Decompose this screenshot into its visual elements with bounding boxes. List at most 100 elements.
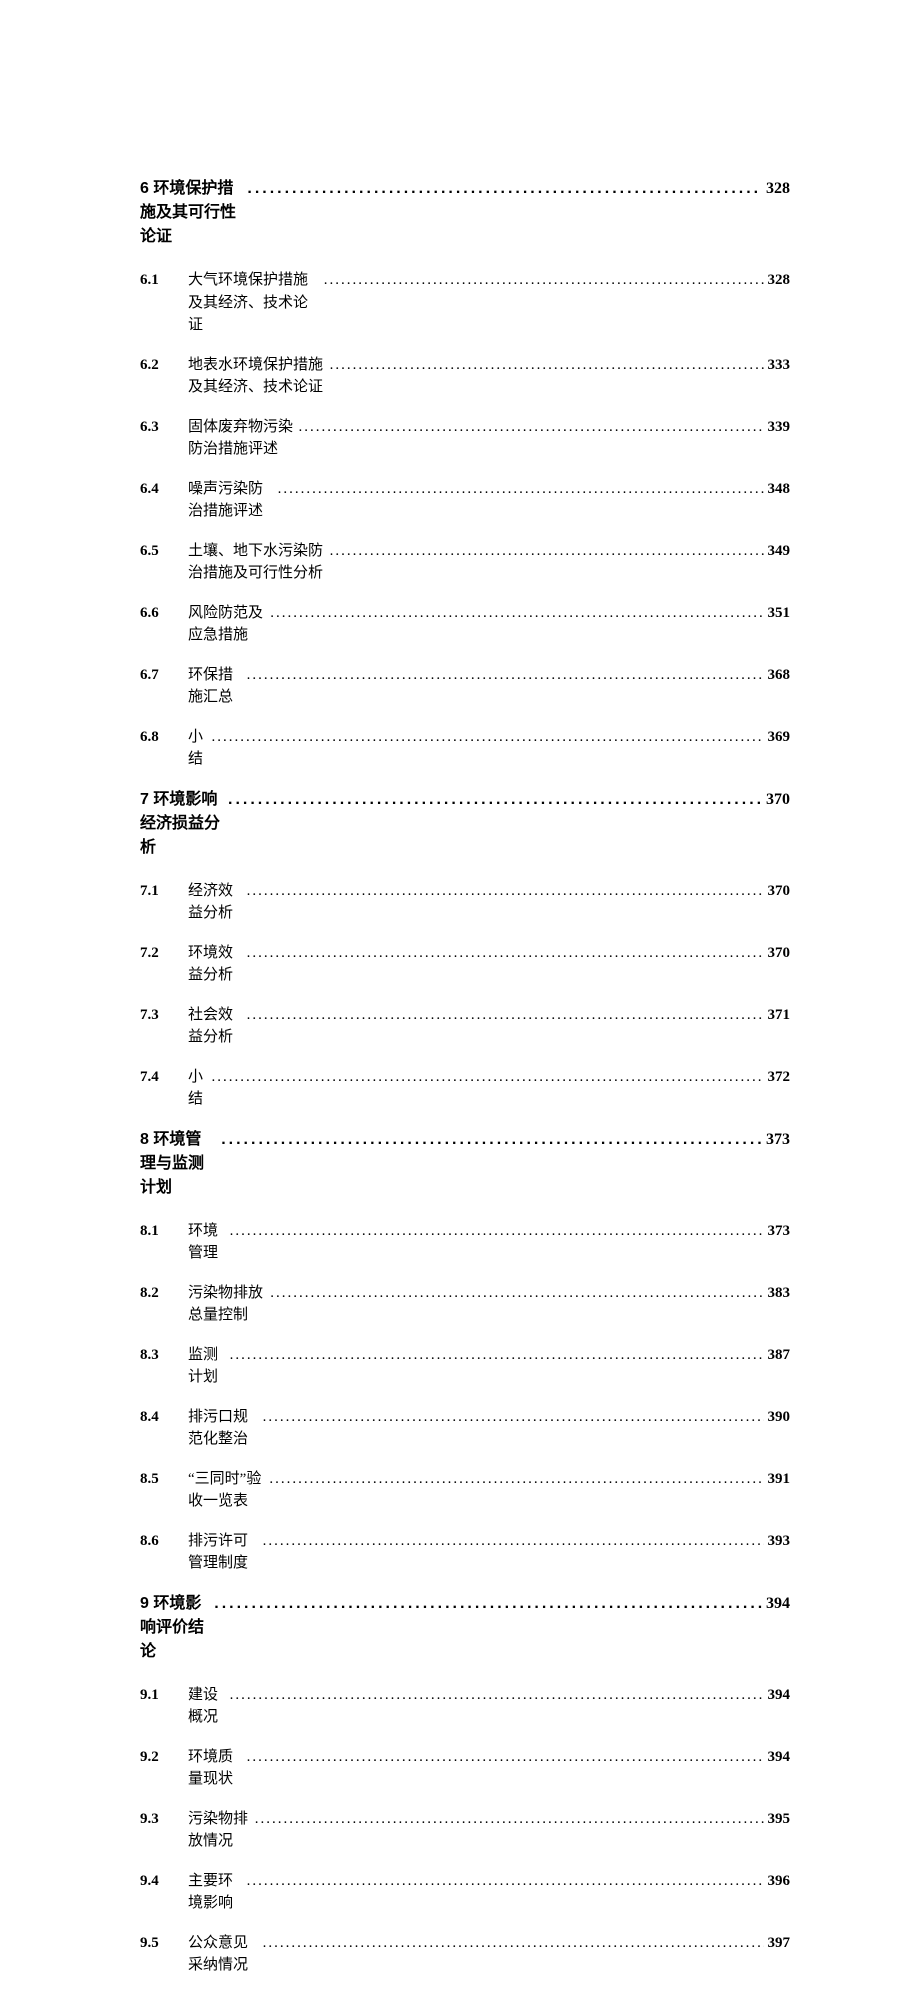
toc-leader-dots <box>299 416 764 439</box>
toc-leader-dots <box>324 269 764 292</box>
toc-entry-number: 8.5 <box>140 1468 188 1491</box>
toc-leader-dots <box>278 478 764 501</box>
toc-entry: 8.5“三同时”验收一览表 391 <box>140 1468 790 1513</box>
toc-entry-number: 7.2 <box>140 942 188 965</box>
toc-page-number: 387 <box>768 1344 791 1367</box>
toc-entry: 8.6排污许可管理制度 393 <box>140 1530 790 1575</box>
toc-leader-dots <box>247 1746 764 1769</box>
toc-entry-title: 土壤、地下水污染防治措施及可行性分析 <box>188 540 326 585</box>
toc-entry: 9.3污染物排放情况 395 <box>140 1808 790 1853</box>
toc-entry: 9 环境影响评价结论 394 <box>140 1592 790 1664</box>
toc-leader-dots <box>247 1004 764 1027</box>
toc-entry-number: 8.3 <box>140 1344 188 1367</box>
toc-entry-number: 8.1 <box>140 1220 188 1243</box>
toc-entry-number: 9.1 <box>140 1684 188 1707</box>
toc-entry-number: 6.2 <box>140 354 188 377</box>
toc-entry-title: 环境效益分析 <box>188 942 243 987</box>
toc-leader-dots <box>247 1870 764 1893</box>
toc-entry-number: 8.6 <box>140 1530 188 1553</box>
toc-leader-dots <box>221 1128 762 1152</box>
toc-page-number: 394 <box>766 1592 790 1616</box>
toc-entry: 9.4主要环境影响 396 <box>140 1870 790 1915</box>
toc-entry: 9.5公众意见采纳情况 397 <box>140 1932 790 1977</box>
toc-leader-dots <box>247 880 764 903</box>
toc-page-number: 328 <box>766 177 790 201</box>
toc-list: 6 环境保护措施及其可行性论证 3286.1大气环境保护措施及其经济、技术论证 … <box>140 177 790 1977</box>
toc-page-number: 369 <box>768 726 791 749</box>
toc-page-number: 333 <box>768 354 791 377</box>
toc-entry-number: 9.2 <box>140 1746 188 1769</box>
toc-entry-title: 经济效益分析 <box>188 880 243 925</box>
toc-page-number: 370 <box>768 880 791 903</box>
toc-entry-title: “三同时”验收一览表 <box>188 1468 265 1513</box>
toc-entry: 6.8小结 369 <box>140 726 790 771</box>
toc-leader-dots <box>255 1808 764 1831</box>
toc-entry-title: 建设概况 <box>188 1684 226 1729</box>
toc-entry-title: 社会效益分析 <box>188 1004 243 1049</box>
toc-page-number: 396 <box>768 1870 791 1893</box>
toc-page-number: 395 <box>768 1808 791 1831</box>
toc-chapter-title: 环境管理与监测计划 <box>140 1131 204 1196</box>
toc-entry-title: 固体废弃物污染防治措施评述 <box>188 416 295 461</box>
toc-page-number: 370 <box>768 942 791 965</box>
toc-entry: 9.2环境质量现状 394 <box>140 1746 790 1791</box>
toc-entry-title: 主要环境影响 <box>188 1870 243 1915</box>
toc-page-number: 328 <box>768 269 791 292</box>
toc-entry: 6.5土壤、地下水污染防治措施及可行性分析 349 <box>140 540 790 585</box>
toc-page-number: 373 <box>766 1128 790 1152</box>
toc-entry: 6.7环保措施汇总 368 <box>140 664 790 709</box>
toc-entry-number: 7.4 <box>140 1066 188 1089</box>
toc-entry: 6.6风险防范及应急措施 351 <box>140 602 790 647</box>
toc-page-number: 348 <box>768 478 791 501</box>
toc-leader-dots <box>247 664 764 687</box>
toc-leader-dots <box>214 1592 762 1616</box>
toc-page-number: 394 <box>768 1684 791 1707</box>
toc-entry-number: 7.3 <box>140 1004 188 1027</box>
toc-entry-title: 地表水环境保护措施及其经济、技术论证 <box>188 354 326 399</box>
toc-entry-number: 7.1 <box>140 880 188 903</box>
toc-leader-dots <box>263 1932 764 1955</box>
toc-entry-number: 6.7 <box>140 664 188 687</box>
toc-chapter-label: 9 环境影响评价结论 <box>140 1592 210 1664</box>
toc-leader-dots <box>270 602 763 625</box>
toc-leader-dots <box>247 177 762 201</box>
toc-entry: 8.2污染物排放总量控制 383 <box>140 1282 790 1327</box>
toc-page-number: 339 <box>768 416 791 439</box>
toc-leader-dots <box>263 1406 764 1429</box>
toc-chapter-label: 7 环境影响经济损益分析 <box>140 788 224 860</box>
toc-entry-number: 8.4 <box>140 1406 188 1429</box>
toc-leader-dots <box>211 1066 763 1089</box>
toc-page-number: 373 <box>768 1220 791 1243</box>
toc-entry: 7.4小结 372 <box>140 1066 790 1111</box>
toc-entry-number: 9.3 <box>140 1808 188 1831</box>
toc-entry: 7.2环境效益分析 370 <box>140 942 790 987</box>
toc-entry-number: 6.4 <box>140 478 188 501</box>
toc-leader-dots <box>228 788 762 812</box>
toc-entry-number: 6.3 <box>140 416 188 439</box>
toc-entry-title: 小结 <box>188 1066 207 1111</box>
toc-leader-dots <box>247 942 764 965</box>
toc-page: 6 环境保护措施及其可行性论证 3286.1大气环境保护措施及其经济、技术论证 … <box>0 0 920 1977</box>
toc-entry: 8.1环境管理 373 <box>140 1220 790 1265</box>
toc-entry: 8.4排污口规范化整治 390 <box>140 1406 790 1451</box>
toc-entry-number: 9.4 <box>140 1870 188 1893</box>
toc-entry-number: 9.5 <box>140 1932 188 1955</box>
toc-entry-title: 噪声污染防治措施评述 <box>188 478 274 523</box>
toc-leader-dots <box>230 1684 764 1707</box>
toc-page-number: 391 <box>768 1468 791 1491</box>
toc-page-number: 368 <box>768 664 791 687</box>
toc-chapter-label: 6 环境保护措施及其可行性论证 <box>140 177 243 249</box>
toc-entry-number: 6.6 <box>140 602 188 625</box>
toc-entry-number: 6.5 <box>140 540 188 563</box>
toc-entry: 8 环境管理与监测计划 373 <box>140 1128 790 1200</box>
toc-entry-title: 小结 <box>188 726 207 771</box>
toc-page-number: 371 <box>768 1004 791 1027</box>
toc-leader-dots <box>211 726 763 749</box>
toc-entry: 6.4噪声污染防治措施评述 348 <box>140 478 790 523</box>
toc-entry-title: 环境质量现状 <box>188 1746 243 1791</box>
toc-entry: 6.3固体废弃物污染防治措施评述 339 <box>140 416 790 461</box>
toc-chapter-number: 7 <box>140 791 149 808</box>
toc-chapter-number: 6 <box>140 180 149 197</box>
toc-entry: 7.3社会效益分析 371 <box>140 1004 790 1049</box>
toc-entry-title: 环保措施汇总 <box>188 664 243 709</box>
